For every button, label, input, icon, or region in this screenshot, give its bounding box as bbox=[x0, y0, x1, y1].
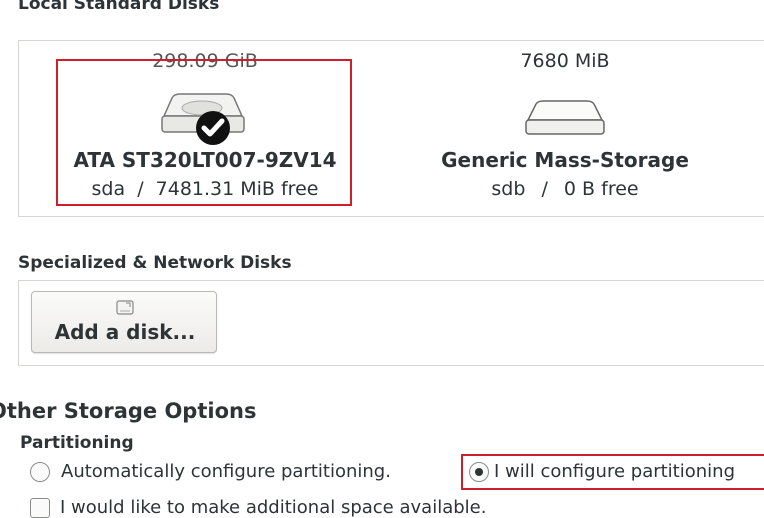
highlight-box-disk bbox=[56, 59, 352, 206]
disk-sdb[interactable]: 7680 MiB Generic Mass-Storage sdb / 0 B … bbox=[400, 50, 730, 205]
disk-size: 7680 MiB bbox=[520, 50, 610, 72]
auto-partition-radio[interactable] bbox=[30, 462, 50, 482]
disk-name: Generic Mass-Storage bbox=[441, 148, 689, 172]
specialized-disks-title: Specialized & Network Disks bbox=[18, 253, 292, 273]
disk-free: 0 B free bbox=[563, 178, 639, 200]
disk-device: sdb bbox=[491, 178, 526, 200]
disk-small-icon bbox=[116, 300, 134, 315]
other-storage-title: Other Storage Options bbox=[0, 399, 257, 423]
usb-disk-icon bbox=[525, 100, 605, 135]
disk-details: sdb / 0 B free bbox=[400, 178, 730, 200]
separator: / bbox=[541, 178, 548, 200]
partitioning-label: Partitioning bbox=[20, 433, 134, 453]
reclaim-space-label[interactable]: I would like to make additional space av… bbox=[60, 497, 486, 518]
local-disks-title: Local Standard Disks bbox=[18, 0, 220, 14]
add-disk-label: Add a disk... bbox=[54, 320, 196, 344]
reclaim-space-checkbox[interactable] bbox=[30, 498, 50, 518]
highlight-box-partition bbox=[461, 454, 764, 490]
auto-partition-label[interactable]: Automatically configure partitioning. bbox=[61, 461, 391, 482]
add-disk-button[interactable]: Add a disk... bbox=[31, 291, 217, 353]
